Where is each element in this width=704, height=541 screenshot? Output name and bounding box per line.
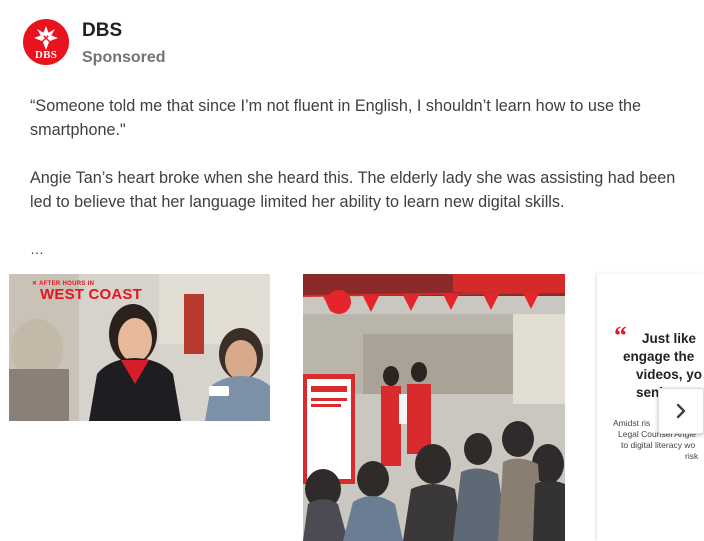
carousel-card-1[interactable]: ✕ AFTER HOURS IN WEST COAST — [9, 274, 270, 421]
see-more-ellipsis[interactable]: … — [30, 240, 44, 258]
caption-line-4: risk — [685, 451, 699, 461]
logo-text: DBS — [34, 49, 58, 61]
carousel-next-button[interactable] — [658, 388, 704, 434]
body-paragraph-1: “Someone told me that since I’m not flue… — [30, 97, 641, 139]
quote-line-3: videos, yo — [636, 367, 703, 382]
advertiser-name[interactable]: DBS — [82, 20, 166, 42]
ad-header: DBS DBS Sponsored — [23, 19, 166, 68]
dbs-star-icon — [34, 26, 58, 50]
body-paragraph-2: Angie Tan’s heart broke when she heard t… — [30, 169, 676, 211]
quote-line-2: engage the — [623, 349, 695, 364]
carousel-card-2[interactable] — [303, 274, 565, 541]
chevron-right-icon — [676, 403, 686, 419]
card-2-photo — [303, 274, 565, 541]
ad-body-text: “Someone told me that since I’m not flue… — [30, 94, 680, 214]
sponsored-label: Sponsored — [82, 49, 166, 66]
quote-line-1: Just like — [642, 331, 697, 346]
card-1-title: WEST COAST — [40, 286, 142, 303]
advertiser-avatar[interactable]: DBS — [23, 19, 69, 65]
caption-line-3: to digital literacy wo — [621, 440, 696, 450]
